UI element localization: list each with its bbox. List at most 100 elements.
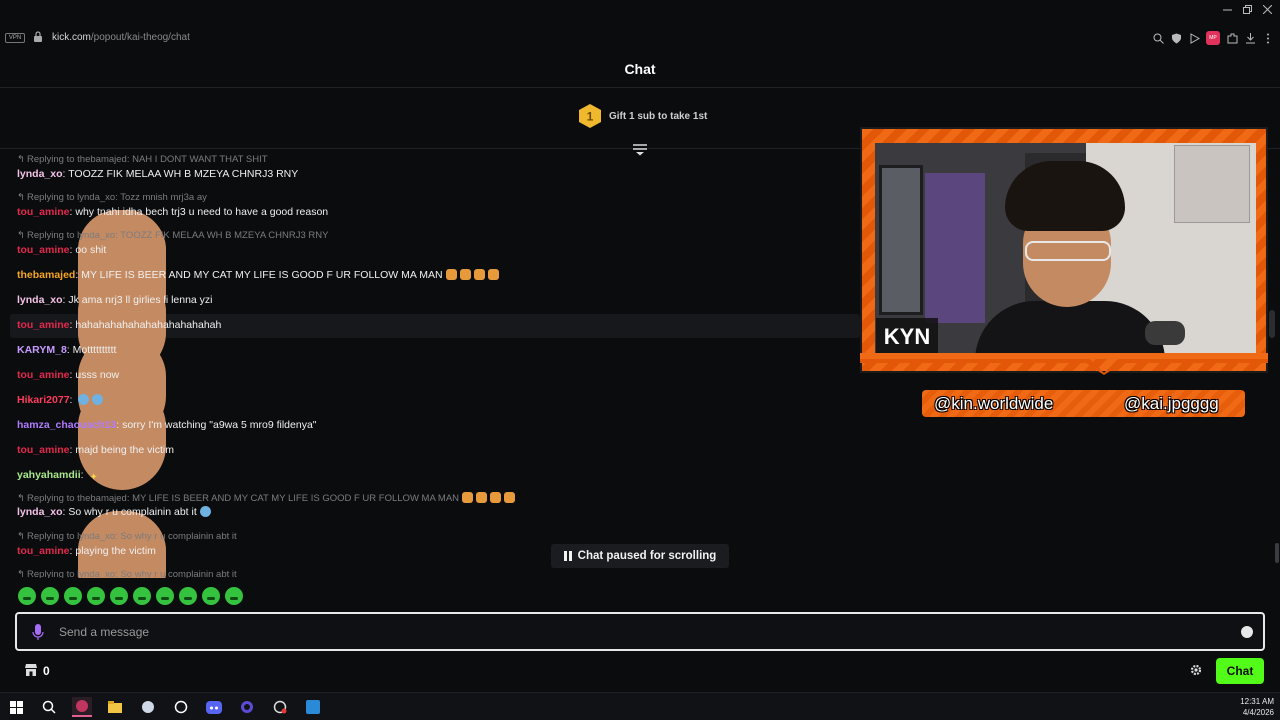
system-clock[interactable]: 12:31 AM 4/4/2026	[1240, 696, 1274, 718]
chat-message[interactable]: lynda_xo: TOOZZ FIK MELAA WH B MZEYA CHN…	[17, 168, 298, 314]
chat-message[interactable]: KARYM_8: Motttttttttt	[17, 344, 166, 490]
play-icon[interactable]	[1188, 32, 1200, 44]
file-explorer-icon[interactable]	[105, 697, 125, 717]
reply-text: Replying to lynda_xo: TOOZZ FIK MELAA WH…	[27, 230, 329, 241]
chat-message[interactable]: hamza_chaouach13: sorry I'm watching "a9…	[17, 419, 317, 431]
photo-editor-icon[interactable]	[303, 697, 323, 717]
emote-cat-icon	[459, 269, 471, 280]
voice-mic-icon[interactable]	[31, 623, 45, 641]
reply-context[interactable]: ↰ Replying to lynda_xo: Tozz mnish mrj3a …	[17, 192, 207, 338]
send-chat-button[interactable]: Chat	[1216, 658, 1264, 684]
message-text: oo shit	[75, 244, 107, 256]
emoji-picker-icon[interactable]	[1241, 626, 1253, 638]
streamer	[965, 161, 1185, 357]
handle-left: @kin.worldwide	[934, 394, 1054, 413]
chat-message[interactable]: tou_amine: why tnahi idha bech trj3 u ne…	[17, 206, 328, 218]
message-username[interactable]: KARYM_8	[17, 344, 67, 356]
quick-emote-icon[interactable]	[156, 587, 174, 605]
chat-message[interactable]: lynda_xo: So why r u complainin abt it	[17, 506, 211, 518]
chat-message[interactable]: yahyahamdii: ✦	[17, 469, 166, 578]
message-username[interactable]: tou_amine	[17, 369, 70, 381]
download-icon[interactable]	[1244, 32, 1256, 44]
recorder-icon[interactable]	[270, 697, 290, 717]
chat-message[interactable]: tou_amine: oo shit	[17, 244, 106, 256]
reply-arrow-icon: ↰	[17, 493, 25, 504]
lock-icon[interactable]	[33, 31, 43, 43]
reply-context[interactable]: ↰ Replying to lynda_xo: So why r u compla…	[17, 569, 237, 578]
quick-emote-icon[interactable]	[225, 587, 243, 605]
quick-emote-icon[interactable]	[202, 587, 220, 605]
message-username[interactable]: hamza_chaouach13	[17, 419, 116, 431]
puzzle-icon[interactable]	[1226, 32, 1238, 44]
address-bar[interactable]: kick.com/popout/kai-theog/chat	[52, 32, 190, 43]
chat-message[interactable]: tou_amine: hahahahahahahahahahahahah	[17, 319, 221, 331]
reply-context[interactable]: ↰ Replying to thebamajed: NAH I DONT WANT…	[17, 154, 268, 165]
shield-icon[interactable]	[1170, 32, 1182, 44]
emote-cat-icon	[504, 492, 516, 503]
quick-emote-icon[interactable]	[64, 587, 82, 605]
vpn-badge[interactable]: VPN	[5, 33, 25, 43]
quick-emote-icon[interactable]	[179, 587, 197, 605]
chat-message[interactable]: tou_amine: playing the victim	[17, 545, 156, 557]
message-username[interactable]: tou_amine	[17, 319, 70, 331]
chat-message[interactable]: tou_amine: majd being the victim	[17, 444, 174, 456]
chat-message[interactable]: tou_amine: usss now	[17, 369, 119, 381]
scrollbar-handle[interactable]	[1275, 543, 1279, 563]
quick-emote-bar	[18, 587, 243, 605]
browser-extension-icons: MP	[1152, 31, 1274, 45]
restore-icon[interactable]	[1243, 5, 1252, 14]
message-username[interactable]: yahyahamdii	[17, 469, 81, 481]
browser-app-icon[interactable]	[72, 697, 92, 717]
more-menu-icon[interactable]	[1262, 32, 1274, 44]
message-username[interactable]: lynda_xo	[17, 168, 63, 180]
reply-arrow-icon: ↰	[17, 192, 25, 203]
message-username[interactable]: tou_amine	[17, 206, 70, 218]
reply-context[interactable]: ↰ Replying to thebamajed: MY LIFE IS BEER…	[17, 492, 516, 504]
reply-context[interactable]: ↰ Replying to lynda_xo: So why r u compla…	[17, 531, 237, 578]
message-composer[interactable]	[15, 612, 1265, 651]
message-text: hahahahahahahahahahahahah	[75, 319, 222, 331]
obs-icon[interactable]	[237, 697, 257, 717]
message-username[interactable]: tou_amine	[17, 444, 70, 456]
emote-cat-icon	[473, 269, 485, 280]
chat-message[interactable]: lynda_xo: Jk ama nrj3 ll girlies li lenn…	[17, 294, 213, 440]
message-username[interactable]: lynda_xo	[17, 506, 63, 518]
scrollbar-thumb[interactable]	[1269, 310, 1275, 338]
browser-toolbar: VPN kick.com/popout/kai-theog/chat MP	[0, 0, 1280, 52]
minimize-icon[interactable]	[1223, 5, 1232, 14]
message-input[interactable]	[59, 620, 1219, 644]
message-username[interactable]: tou_amine	[17, 545, 70, 557]
taskbar-apps	[6, 697, 323, 717]
quick-emote-icon[interactable]	[110, 587, 128, 605]
overlay-bottom-edge	[860, 353, 1268, 375]
reply-arrow-icon: ↰	[17, 154, 25, 165]
quick-emote-icon[interactable]	[18, 587, 36, 605]
zoom-icon[interactable]	[1152, 32, 1164, 44]
reply-context[interactable]: ↰ Replying to lynda_xo: TOOZZ FIK MELAA W…	[17, 230, 329, 376]
chat-message-list[interactable]: ↰ Replying to thebamajed: NAH I DONT WANT…	[0, 150, 860, 578]
gear-icon[interactable]	[1190, 664, 1202, 676]
close-icon[interactable]	[1262, 4, 1273, 15]
quick-emote-icon[interactable]	[41, 587, 59, 605]
gift-prompt[interactable]: 1 Gift 1 sub to take 1st	[578, 103, 707, 129]
reply-text: Replying to lynda_xo: So why r u complai…	[27, 569, 237, 578]
quick-emote-icon[interactable]	[87, 587, 105, 605]
message-username[interactable]: Hikari2077	[17, 394, 70, 406]
chat-message[interactable]: Hikari2077:	[17, 394, 104, 406]
search-icon[interactable]	[39, 697, 59, 717]
reply-text: Replying to lynda_xo: Tozz mnish mrj3a a…	[27, 192, 207, 203]
quick-emote-icon[interactable]	[133, 587, 151, 605]
rank-number: 1	[587, 110, 594, 124]
message-username[interactable]: thebamajed	[17, 269, 75, 281]
chat-paused-button[interactable]: Chat paused for scrolling	[551, 544, 729, 568]
message-username[interactable]: tou_amine	[17, 244, 70, 256]
emote-cry-icon	[92, 394, 104, 405]
chat-message[interactable]: thebamajed: MY LIFE IS BEER AND MY CAT M…	[17, 269, 499, 281]
discord-icon[interactable]	[204, 697, 224, 717]
windows-start-icon[interactable]	[6, 697, 26, 717]
chatgpt-icon[interactable]	[171, 697, 191, 717]
message-username[interactable]: lynda_xo	[17, 294, 63, 306]
store-icon[interactable]	[24, 663, 38, 677]
extension-badge-icon[interactable]: MP	[1206, 31, 1220, 45]
app-icon[interactable]	[138, 697, 158, 717]
